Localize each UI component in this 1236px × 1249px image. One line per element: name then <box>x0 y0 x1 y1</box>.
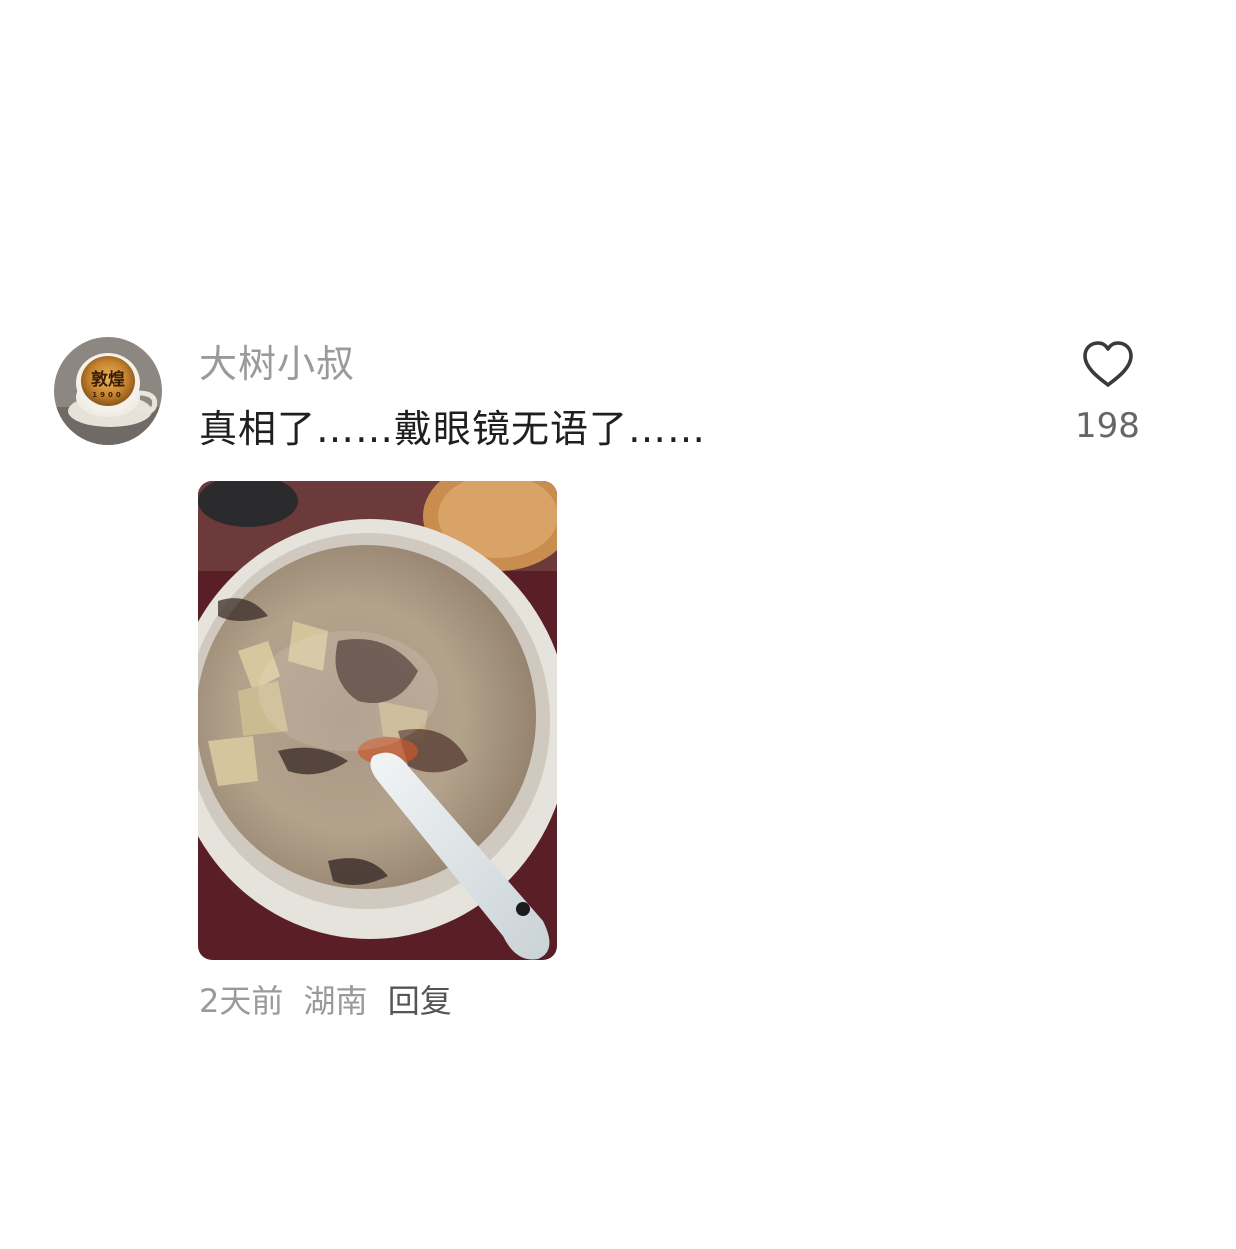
svg-text:1900: 1900 <box>92 391 123 399</box>
comment-location: 湖南 <box>303 982 368 1020</box>
username[interactable]: 大树小叔 <box>199 338 355 390</box>
like-area: 198 <box>1060 338 1155 453</box>
soup-bowl-photo <box>198 481 557 960</box>
comment-meta: 2天前 湖南 回复 <box>199 978 462 1024</box>
avatar-coffee-image: 敦煌 1900 <box>54 337 162 445</box>
comment-time: 2天前 <box>199 982 284 1020</box>
svg-text:敦煌: 敦煌 <box>91 369 125 390</box>
heart-outline-icon[interactable] <box>1081 340 1135 390</box>
comment-text: 真相了……戴眼镜无语了…… <box>199 407 707 451</box>
avatar[interactable]: 敦煌 1900 <box>54 337 162 445</box>
comment-item: 敦煌 1900 大树小叔 真相了……戴眼镜无语了…… 198 2天前 湖南 回复 <box>0 0 1236 1249</box>
like-count: 198 <box>1075 406 1140 446</box>
reply-button[interactable]: 回复 <box>388 982 452 1020</box>
comment-photo[interactable] <box>198 481 557 960</box>
